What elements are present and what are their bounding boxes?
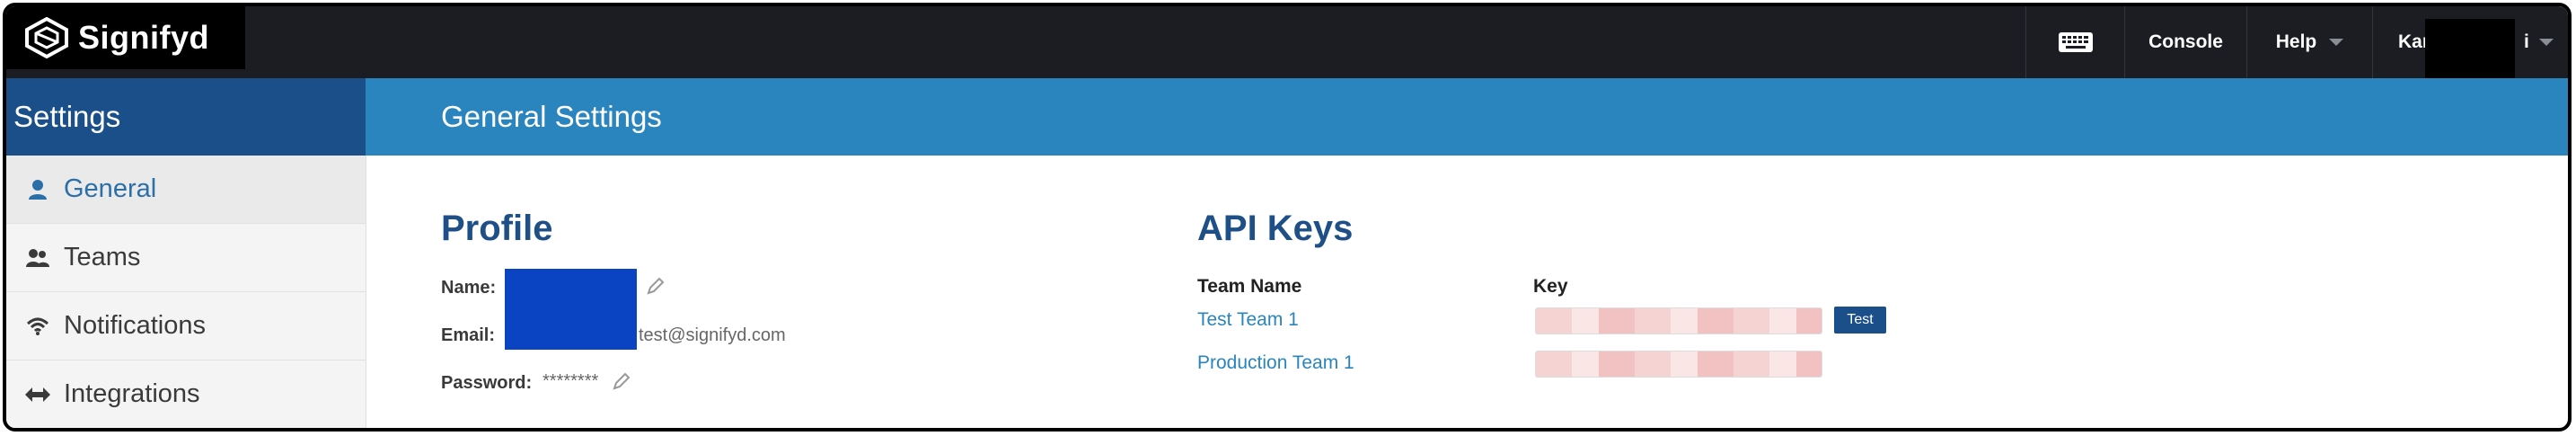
sidebar-item-label: General xyxy=(64,174,157,203)
col-key: Key xyxy=(1533,276,1568,297)
password-label: Password: xyxy=(441,373,533,393)
email-label: Email: xyxy=(441,325,496,345)
console-link[interactable]: Console xyxy=(2124,6,2246,78)
sidebar-item-integrations[interactable]: Integrations xyxy=(6,360,366,428)
user-name-end: i xyxy=(2524,31,2529,52)
sidebar-item-notifications[interactable]: Notifications xyxy=(6,292,366,360)
api-keys-heading: API Keys xyxy=(1197,209,1354,248)
brand-name: Signifyd xyxy=(78,19,209,56)
team-icon xyxy=(24,247,51,269)
user-icon xyxy=(24,179,51,200)
keyboard-icon xyxy=(2058,32,2093,52)
edit-name-pencil-icon[interactable] xyxy=(646,276,666,296)
name-label: Name: xyxy=(441,278,497,298)
redacted-name-email xyxy=(505,269,637,350)
wifi-icon xyxy=(24,316,51,336)
app-frame: Signifyd Console Help Kar i Settings Gen… xyxy=(3,3,2572,432)
page-title: General Settings xyxy=(366,78,2568,156)
sidebar-item-label: Teams xyxy=(64,243,141,271)
redacted-username xyxy=(2425,19,2515,78)
api-key-field-redacted[interactable] xyxy=(1535,307,1822,334)
signifyd-logo-icon xyxy=(25,17,68,58)
edit-password-pencil-icon[interactable] xyxy=(612,371,631,391)
help-menu[interactable]: Help xyxy=(2246,6,2372,78)
keyboard-shortcuts-button[interactable] xyxy=(2025,6,2124,78)
chevron-down-icon xyxy=(2539,39,2554,46)
top-navbar: Signifyd Console Help Kar i xyxy=(6,6,2568,78)
team-link-test-team-1[interactable]: Test Team 1 xyxy=(1197,309,1299,331)
sidebar-title: Settings xyxy=(6,78,366,156)
help-label: Help xyxy=(2275,31,2317,52)
sidebar-item-general[interactable]: General xyxy=(6,156,366,224)
email-value: test@signifyd.com xyxy=(639,325,786,345)
team-link-production-team-1[interactable]: Production Team 1 xyxy=(1197,352,1354,374)
password-value: ******** xyxy=(543,371,599,391)
sidebar-item-label: Integrations xyxy=(64,379,200,408)
col-team-name: Team Name xyxy=(1197,276,1302,297)
settings-sidebar: Settings General Teams Notifications Int… xyxy=(6,78,366,428)
user-menu[interactable]: Kar i xyxy=(2372,6,2568,78)
integration-icon xyxy=(24,386,51,404)
sidebar-item-teams[interactable]: Teams xyxy=(6,224,366,292)
chevron-down-icon xyxy=(2329,39,2344,46)
test-key-button[interactable]: Test xyxy=(1834,307,1886,334)
profile-heading: Profile xyxy=(441,209,553,248)
sidebar-item-label: Notifications xyxy=(64,311,206,340)
brand-logo[interactable]: Signifyd xyxy=(6,6,245,69)
api-key-field-redacted[interactable] xyxy=(1535,351,1822,378)
